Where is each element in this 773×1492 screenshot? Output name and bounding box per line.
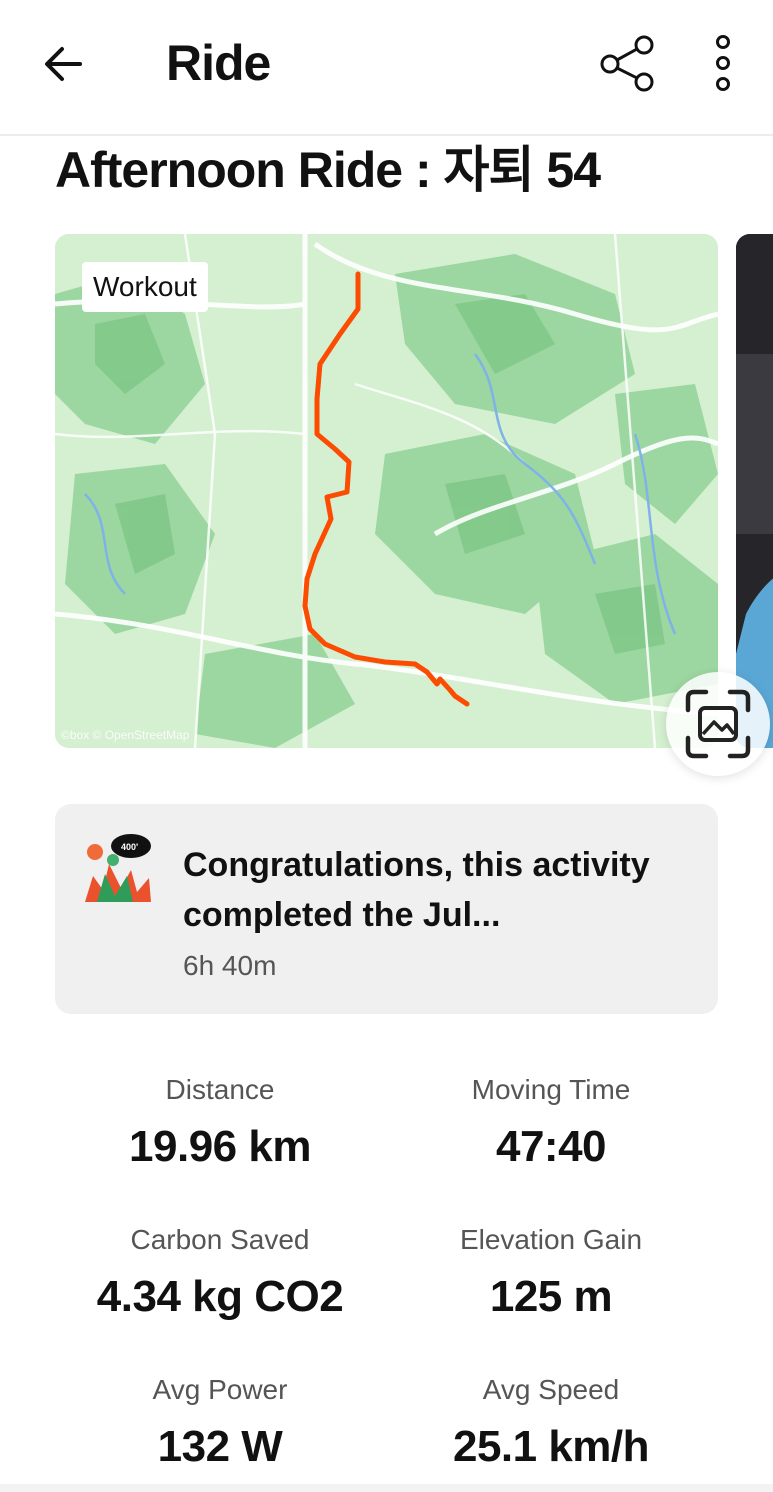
map-attribution: ©box © OpenStreetMap	[61, 728, 190, 742]
challenge-message: Congratulations, this activity completed…	[183, 846, 650, 934]
activity-photo[interactable]	[736, 234, 773, 748]
map-type-label: Workout	[82, 262, 208, 312]
stat-distance: Distance 19.96 km	[55, 1074, 385, 1172]
challenge-badge-icon: 400'	[85, 834, 151, 902]
challenge-card[interactable]: 400' Congratulations, this activity comp…	[55, 804, 718, 1014]
arrow-left-icon	[45, 47, 82, 81]
more-vertical-icon	[716, 35, 730, 91]
app-bar: Ride	[0, 0, 773, 136]
more-options-button[interactable]	[700, 32, 746, 94]
image-search-button[interactable]	[666, 672, 770, 776]
stat-label: Elevation Gain	[459, 1224, 643, 1255]
stat-avg-power: Avg Power 132 W	[55, 1374, 385, 1472]
stat-label: Avg Speed	[482, 1374, 620, 1405]
stat-value: 47:40	[495, 1122, 607, 1171]
stat-avg-speed: Avg Speed 25.1 km/h	[386, 1374, 716, 1472]
route-map[interactable]: Workout ©box © OpenStreetMap	[55, 234, 718, 748]
svg-text:400': 400'	[121, 842, 138, 852]
stat-value: 19.96 km	[129, 1122, 311, 1171]
stat-value: 4.34 kg CO2	[96, 1272, 344, 1321]
bottom-edge	[0, 1484, 773, 1492]
share-button[interactable]	[596, 32, 658, 94]
photo-thumbnail	[736, 234, 773, 748]
stat-value: 132 W	[157, 1422, 283, 1471]
share-icon	[600, 35, 654, 92]
back-button[interactable]	[36, 36, 92, 92]
stat-label: Distance	[165, 1074, 275, 1105]
stat-value: 125 m	[489, 1272, 613, 1321]
image-scan-icon	[685, 689, 751, 759]
stat-elevation-gain: Elevation Gain 125 m	[386, 1224, 716, 1322]
stat-label: Carbon Saved	[130, 1224, 310, 1255]
stat-carbon-saved: Carbon Saved 4.34 kg CO2	[55, 1224, 385, 1322]
activity-title: Afternoon Ride : 자퇴 54	[55, 142, 601, 198]
challenge-badge: 400'	[83, 830, 153, 904]
challenge-time: 6h 40m	[183, 950, 277, 981]
stat-moving-time: Moving Time 47:40	[386, 1074, 716, 1172]
stat-label: Avg Power	[152, 1374, 288, 1405]
stat-value: 25.1 km/h	[452, 1422, 650, 1471]
stat-label: Moving Time	[471, 1074, 631, 1105]
page-title: Ride	[166, 35, 271, 91]
